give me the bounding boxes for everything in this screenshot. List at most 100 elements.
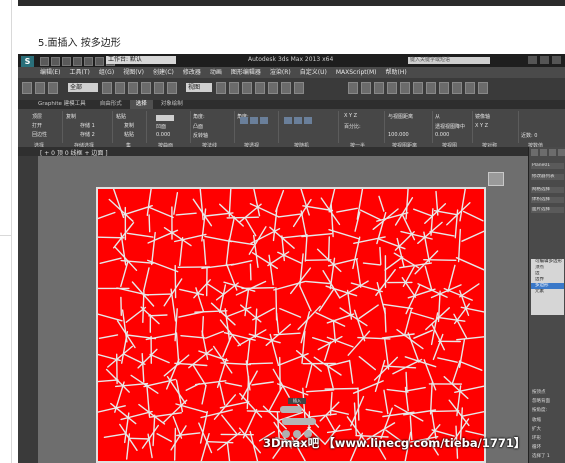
select-by-name-icon[interactable] <box>115 82 125 94</box>
move-icon[interactable] <box>154 82 164 94</box>
ribbon-text-store-2[interactable]: 存储 2 <box>80 131 95 138</box>
ribbon-text-paste[interactable]: 粘贴 <box>116 113 126 120</box>
reference-coord-dropdown[interactable]: 视图 <box>186 83 212 92</box>
unlink-icon[interactable] <box>35 82 45 94</box>
schematic-icon[interactable] <box>413 82 423 94</box>
ribbon-text-view-value[interactable]: 0.000 <box>435 132 449 138</box>
pivot-icon[interactable] <box>216 82 226 94</box>
selection-filter-dropdown[interactable]: 全部 <box>68 83 98 92</box>
undo-icon[interactable] <box>73 57 82 66</box>
ribbon-text-open[interactable]: 打开 <box>32 122 42 129</box>
minimize-icon[interactable] <box>528 56 537 64</box>
ribbon-text-xyz[interactable]: X Y Z <box>344 113 357 119</box>
ribbon-text-edges[interactable]: 近数: 0 <box>521 132 537 139</box>
workspace-dropdown[interactable]: 工作台: 默认 <box>106 56 176 64</box>
render-setup-icon[interactable] <box>439 82 449 94</box>
select-icon[interactable] <box>102 82 112 94</box>
rotate-icon[interactable] <box>167 82 177 94</box>
patch-select-button[interactable]: 面片选择 <box>531 207 564 213</box>
object-name-field[interactable]: Plane01 <box>531 163 564 169</box>
tab-selection[interactable]: 选择 <box>129 100 153 109</box>
option-shrink[interactable]: 收缩 <box>532 417 541 423</box>
redo-icon[interactable] <box>84 57 93 66</box>
maximize-icon[interactable] <box>540 56 549 64</box>
modifier-list-dropdown[interactable]: 修改器列表 <box>531 174 564 180</box>
menu-item-modifiers[interactable]: 修改器 <box>183 67 201 78</box>
ribbon-text-convex[interactable]: 凸面 <box>193 123 203 130</box>
volume-select-button[interactable]: 体积选择 <box>531 197 564 203</box>
caddy-mode-field[interactable] <box>280 406 302 413</box>
render-frame-icon[interactable] <box>452 82 462 94</box>
menu-item-create[interactable]: 创建(C) <box>153 67 174 78</box>
menu-item-tools[interactable]: 工具(T) <box>69 67 89 78</box>
option-loop[interactable]: 循环 <box>532 444 541 450</box>
window-crossing-icon[interactable] <box>141 82 151 94</box>
ribbon-text-perspective-center[interactable]: 透视视图降中 <box>435 123 465 130</box>
graphite-toggle-icon[interactable] <box>387 82 397 94</box>
menu-item-graph-editors[interactable]: 图形编辑器 <box>231 67 261 78</box>
menu-item-group[interactable]: 组(G) <box>99 67 114 78</box>
perspective-icon-1[interactable] <box>240 117 248 124</box>
render-icon[interactable] <box>465 82 475 94</box>
mesh-select-button[interactable]: 网格选择 <box>531 187 564 193</box>
menu-item-customize[interactable]: 自定义(U) <box>300 67 327 78</box>
menu-item-edit[interactable]: 编辑(E) <box>40 67 60 78</box>
menu-item-animation[interactable]: 动画 <box>210 67 222 78</box>
ribbon-text-invert-axis[interactable]: 反转轴 <box>193 132 208 139</box>
close-icon[interactable] <box>552 56 561 64</box>
save-icon[interactable] <box>62 57 71 66</box>
hold-icon[interactable] <box>95 57 104 66</box>
spinner-snap-icon[interactable] <box>281 82 291 94</box>
create-tab-icon[interactable] <box>531 149 538 156</box>
ribbon-text-mirror-xyz[interactable]: X Y Z <box>475 123 488 129</box>
option-ring[interactable]: 环形 <box>532 435 541 441</box>
select-manipulate-icon[interactable] <box>229 82 239 94</box>
menu-item-help[interactable]: 帮助(H) <box>386 67 407 78</box>
tab-object-paint[interactable]: 对象绘制 <box>155 100 189 109</box>
option-ignore-backfacing[interactable]: 忽略背面 <box>532 398 550 404</box>
top-viewport[interactable]: 插入 <box>18 156 528 463</box>
viewcube-icon[interactable] <box>488 172 504 186</box>
app-logo-icon[interactable]: S <box>21 56 34 67</box>
stack-item-element[interactable]: 元素 <box>531 289 564 295</box>
mirror-icon[interactable] <box>348 82 358 94</box>
ribbon-text-top-level[interactable]: 顶层 <box>32 113 42 120</box>
ribbon-text-concave[interactable]: 凹面 <box>156 123 166 130</box>
random-icon-1[interactable] <box>284 117 292 124</box>
tab-graphite[interactable]: Graphite 建模工具 <box>32 100 92 109</box>
motion-tab-icon[interactable] <box>558 149 565 156</box>
link-icon[interactable] <box>22 82 32 94</box>
ribbon-text-set-copy[interactable]: 复制 <box>124 122 134 129</box>
snap-icon[interactable] <box>242 82 252 94</box>
option-grow[interactable]: 扩大 <box>532 426 541 432</box>
align-icon[interactable] <box>361 82 371 94</box>
menu-item-rendering[interactable]: 渲染(R) <box>270 67 291 78</box>
material-editor-icon[interactable] <box>426 82 436 94</box>
ribbon-text-store-1[interactable]: 存储 1 <box>80 122 95 129</box>
caddy-amount-field[interactable] <box>282 418 316 425</box>
new-icon[interactable] <box>40 57 49 66</box>
menu-item-views[interactable]: 视图(V) <box>123 67 144 78</box>
edit-named-selection-icon[interactable] <box>294 82 304 94</box>
curve-editor-icon[interactable] <box>400 82 410 94</box>
ribbon-text-surface-value[interactable]: 0.000 <box>156 132 170 138</box>
modify-tab-icon[interactable] <box>540 149 547 156</box>
option-by-vertex[interactable]: 按顶点 <box>532 389 546 395</box>
ribbon-text-loop[interactable]: 回边性 <box>32 131 47 138</box>
perspective-icon-3[interactable] <box>260 117 268 124</box>
open-icon[interactable] <box>51 57 60 66</box>
surface-percent-field[interactable] <box>156 115 174 121</box>
ribbon-text-set-paste[interactable]: 粘贴 <box>124 131 134 138</box>
layer-icon[interactable] <box>374 82 384 94</box>
angle-snap-icon[interactable] <box>255 82 265 94</box>
bind-icon[interactable] <box>48 82 58 94</box>
random-icon-3[interactable] <box>304 117 312 124</box>
menu-item-maxscript[interactable]: MAXScript(M) <box>336 67 377 78</box>
hierarchy-tab-icon[interactable] <box>549 149 556 156</box>
search-input[interactable]: 键入关键字或短语 <box>408 57 490 64</box>
tab-freeform[interactable]: 自由形式 <box>94 100 128 109</box>
ribbon-text-distance-value[interactable]: 100.000 <box>388 132 409 138</box>
percent-snap-icon[interactable] <box>268 82 278 94</box>
render-production-icon[interactable] <box>478 82 488 94</box>
option-by-angle[interactable]: 按角度: <box>532 407 547 413</box>
